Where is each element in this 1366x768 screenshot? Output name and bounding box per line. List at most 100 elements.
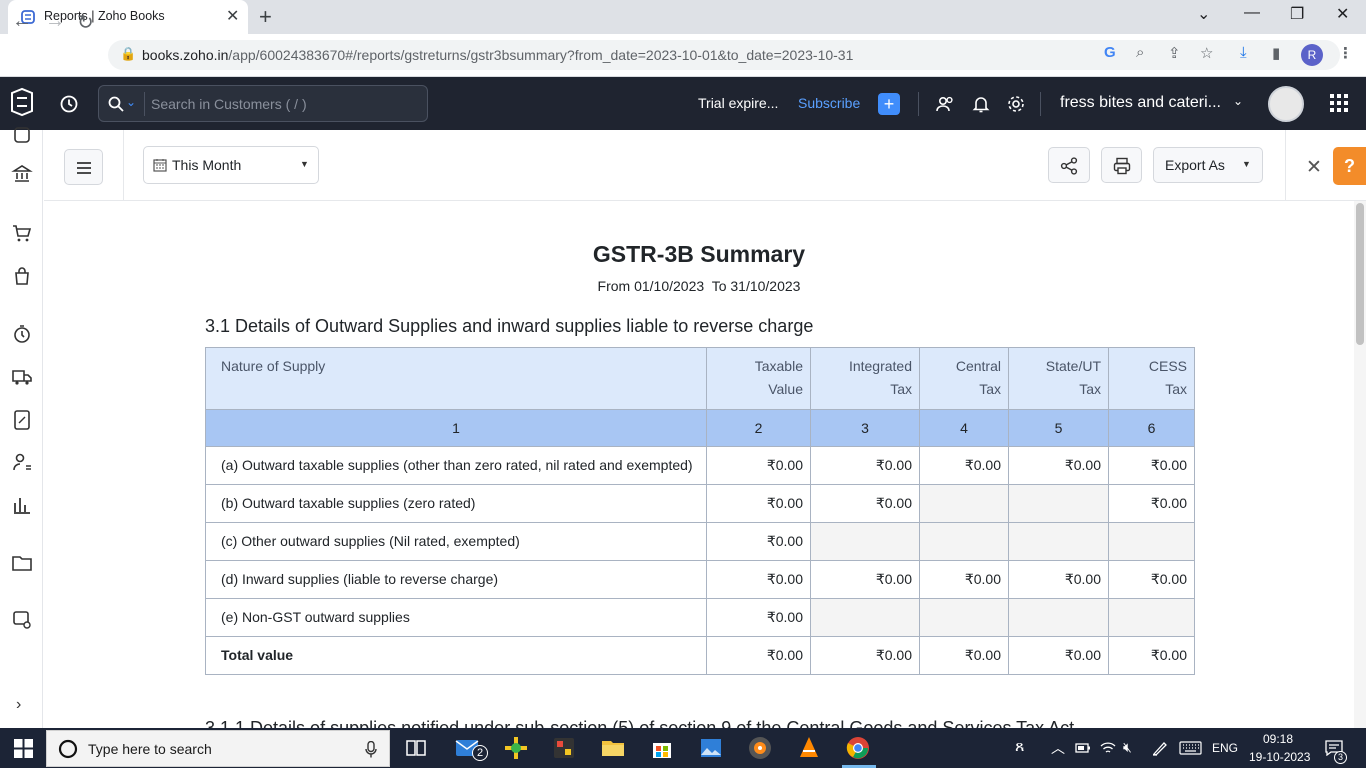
organization-switcher[interactable]: fress bites and cateri... xyxy=(1060,94,1221,112)
touch-keyboard-icon[interactable] xyxy=(1179,741,1202,755)
windows-start-icon[interactable] xyxy=(14,739,33,758)
subscribe-link[interactable]: Subscribe xyxy=(798,95,860,111)
photos-app-icon[interactable] xyxy=(698,735,724,761)
eway-bills-truck-icon[interactable] xyxy=(11,366,33,388)
battery-icon[interactable] xyxy=(1075,741,1091,755)
purchases-bag-icon[interactable] xyxy=(11,265,33,287)
integrated-tax-cell[interactable]: ₹0.00 xyxy=(810,484,920,523)
clock-date[interactable]: 19-10-2023 xyxy=(1249,750,1310,764)
cess-tax-cell[interactable]: ₹0.00 xyxy=(1108,636,1195,675)
new-tab-icon[interactable]: + xyxy=(259,4,272,30)
banking-icon[interactable] xyxy=(11,163,33,185)
central-tax-cell[interactable]: ₹0.00 xyxy=(919,560,1009,599)
reports-chart-icon[interactable] xyxy=(11,493,33,515)
settings-gear-icon[interactable] xyxy=(1006,94,1026,114)
zoom-icon[interactable]: ⌕ xyxy=(1136,44,1144,61)
share-page-icon[interactable]: ⇪ xyxy=(1168,44,1181,62)
app-launcher-grid-icon[interactable] xyxy=(1329,93,1349,113)
close-window-icon[interactable]: ✕ xyxy=(1336,4,1349,24)
taxable-value-cell[interactable]: ₹0.00 xyxy=(706,636,811,675)
show-hidden-icons-chevron-icon[interactable]: ︿ xyxy=(1051,738,1065,758)
print-report-button[interactable] xyxy=(1101,147,1142,183)
share-report-button[interactable] xyxy=(1048,147,1090,183)
integrated-tax-cell[interactable]: ₹0.00 xyxy=(810,636,920,675)
accountant-icon[interactable] xyxy=(11,451,33,473)
items-icon[interactable] xyxy=(11,124,33,146)
reload-icon[interactable]: ↻ xyxy=(77,10,94,35)
people-icon[interactable]: ጸ xyxy=(1015,738,1024,756)
browser-tab[interactable]: Reports | Zoho Books ✕ xyxy=(8,0,248,34)
task-view-icon[interactable] xyxy=(403,735,429,761)
minimize-icon[interactable]: — xyxy=(1244,4,1260,22)
microphone-icon[interactable] xyxy=(365,741,377,758)
download-icon[interactable]: ⤓ xyxy=(1240,44,1247,61)
report-content: GSTR-3B Summary From 01/10/2023 To 31/10… xyxy=(44,201,1354,728)
time-tracking-icon[interactable] xyxy=(11,323,33,345)
media-player-icon[interactable] xyxy=(747,735,773,761)
documents-folder-icon[interactable] xyxy=(11,552,33,574)
cess-tax-cell[interactable]: ₹0.00 xyxy=(1108,446,1195,485)
browser-menu-icon[interactable]: ⋮ xyxy=(1338,44,1353,62)
scrollbar-thumb[interactable] xyxy=(1356,203,1364,345)
expand-sidebar-chevron-icon[interactable]: › xyxy=(16,696,21,714)
state-ut-tax-cell[interactable]: ₹0.00 xyxy=(1008,560,1109,599)
quick-create-button[interactable]: + xyxy=(878,93,900,115)
clock-time[interactable]: 09:18 xyxy=(1263,732,1293,746)
close-tab-icon[interactable]: ✕ xyxy=(226,6,239,26)
address-bar[interactable]: 🔒 books.zoho.in/app/60024383670#/reports… xyxy=(108,40,1340,70)
cess-tax-cell[interactable]: ₹0.00 xyxy=(1108,484,1195,523)
restore-icon[interactable]: ❐ xyxy=(1290,4,1304,24)
close-report-icon[interactable]: ✕ xyxy=(1306,156,1322,179)
user-avatar[interactable] xyxy=(1268,86,1304,122)
pen-workspace-icon[interactable] xyxy=(1151,740,1169,756)
team-users-icon[interactable] xyxy=(935,94,955,114)
notification-bell-icon[interactable] xyxy=(971,94,991,114)
taxable-value-cell[interactable]: ₹0.00 xyxy=(706,446,811,485)
table-row: (a) Outward taxable supplies (other than… xyxy=(205,446,1195,485)
date-range-dropdown[interactable]: This Month ▼ xyxy=(143,146,319,184)
file-explorer-icon[interactable] xyxy=(600,735,626,761)
profile-avatar[interactable]: R xyxy=(1301,44,1323,66)
apps-integrations-icon[interactable] xyxy=(11,609,33,631)
central-tax-cell[interactable]: ₹0.00 xyxy=(919,446,1009,485)
wifi-icon[interactable] xyxy=(1100,740,1116,756)
cess-tax-cell[interactable]: ₹0.00 xyxy=(1108,560,1195,599)
back-icon[interactable]: ← xyxy=(12,10,32,33)
report-menu-button[interactable] xyxy=(64,149,103,185)
taxable-value-cell[interactable]: ₹0.00 xyxy=(706,598,811,637)
trial-expiry-text[interactable]: Trial expire... xyxy=(698,95,778,111)
taxable-value-cell[interactable]: ₹0.00 xyxy=(706,484,811,523)
lock-icon[interactable]: 🔒 xyxy=(120,46,136,62)
zoho-books-logo-icon[interactable] xyxy=(8,87,36,117)
table-row: (e) Non-GST outward supplies ₹0.00 xyxy=(205,598,1195,637)
export-as-dropdown[interactable]: Export As ▼ xyxy=(1153,147,1263,183)
integrated-tax-cell[interactable]: ₹0.00 xyxy=(810,446,920,485)
bookmark-star-icon[interactable]: ☆ xyxy=(1200,44,1213,62)
game-app-icon[interactable] xyxy=(503,735,529,761)
google-lens-icon[interactable]: G xyxy=(1104,44,1116,61)
state-ut-tax-cell[interactable]: ₹0.00 xyxy=(1008,636,1109,675)
forward-icon[interactable]: → xyxy=(45,10,65,33)
state-ut-tax-cell[interactable]: ₹0.00 xyxy=(1008,446,1109,485)
taxable-value-cell[interactable]: ₹0.00 xyxy=(706,560,811,599)
gst-filing-icon[interactable] xyxy=(11,409,33,431)
input-language-indicator[interactable]: ENG xyxy=(1212,741,1238,755)
help-button[interactable]: ? xyxy=(1333,147,1366,185)
integrated-tax-cell[interactable]: ₹0.00 xyxy=(810,560,920,599)
microsoft-store-icon[interactable] xyxy=(649,735,675,761)
media-app-icon[interactable] xyxy=(551,735,577,761)
search-scope-chevron-icon[interactable]: ⌄ xyxy=(126,95,136,109)
central-tax-cell[interactable]: ₹0.00 xyxy=(919,636,1009,675)
supply-type-label: Total value xyxy=(205,636,707,675)
chrome-browser-icon[interactable] xyxy=(845,735,871,761)
volume-muted-icon[interactable]: 🔇︎ xyxy=(1123,739,1132,756)
side-panel-icon[interactable]: ▮ xyxy=(1272,44,1280,62)
vlc-player-icon[interactable] xyxy=(796,735,822,761)
taxable-value-cell[interactable]: ₹0.00 xyxy=(706,522,811,561)
tab-search-icon[interactable]: ⌄ xyxy=(1197,4,1210,24)
org-chevron-down-icon[interactable]: ⌄ xyxy=(1233,94,1243,108)
recent-history-icon[interactable] xyxy=(59,94,79,114)
taskbar-search-input[interactable]: Type here to search xyxy=(46,730,390,767)
sales-cart-icon[interactable] xyxy=(11,222,33,244)
global-search-input[interactable]: ⌄ Search in Customers ( / ) xyxy=(98,85,428,122)
